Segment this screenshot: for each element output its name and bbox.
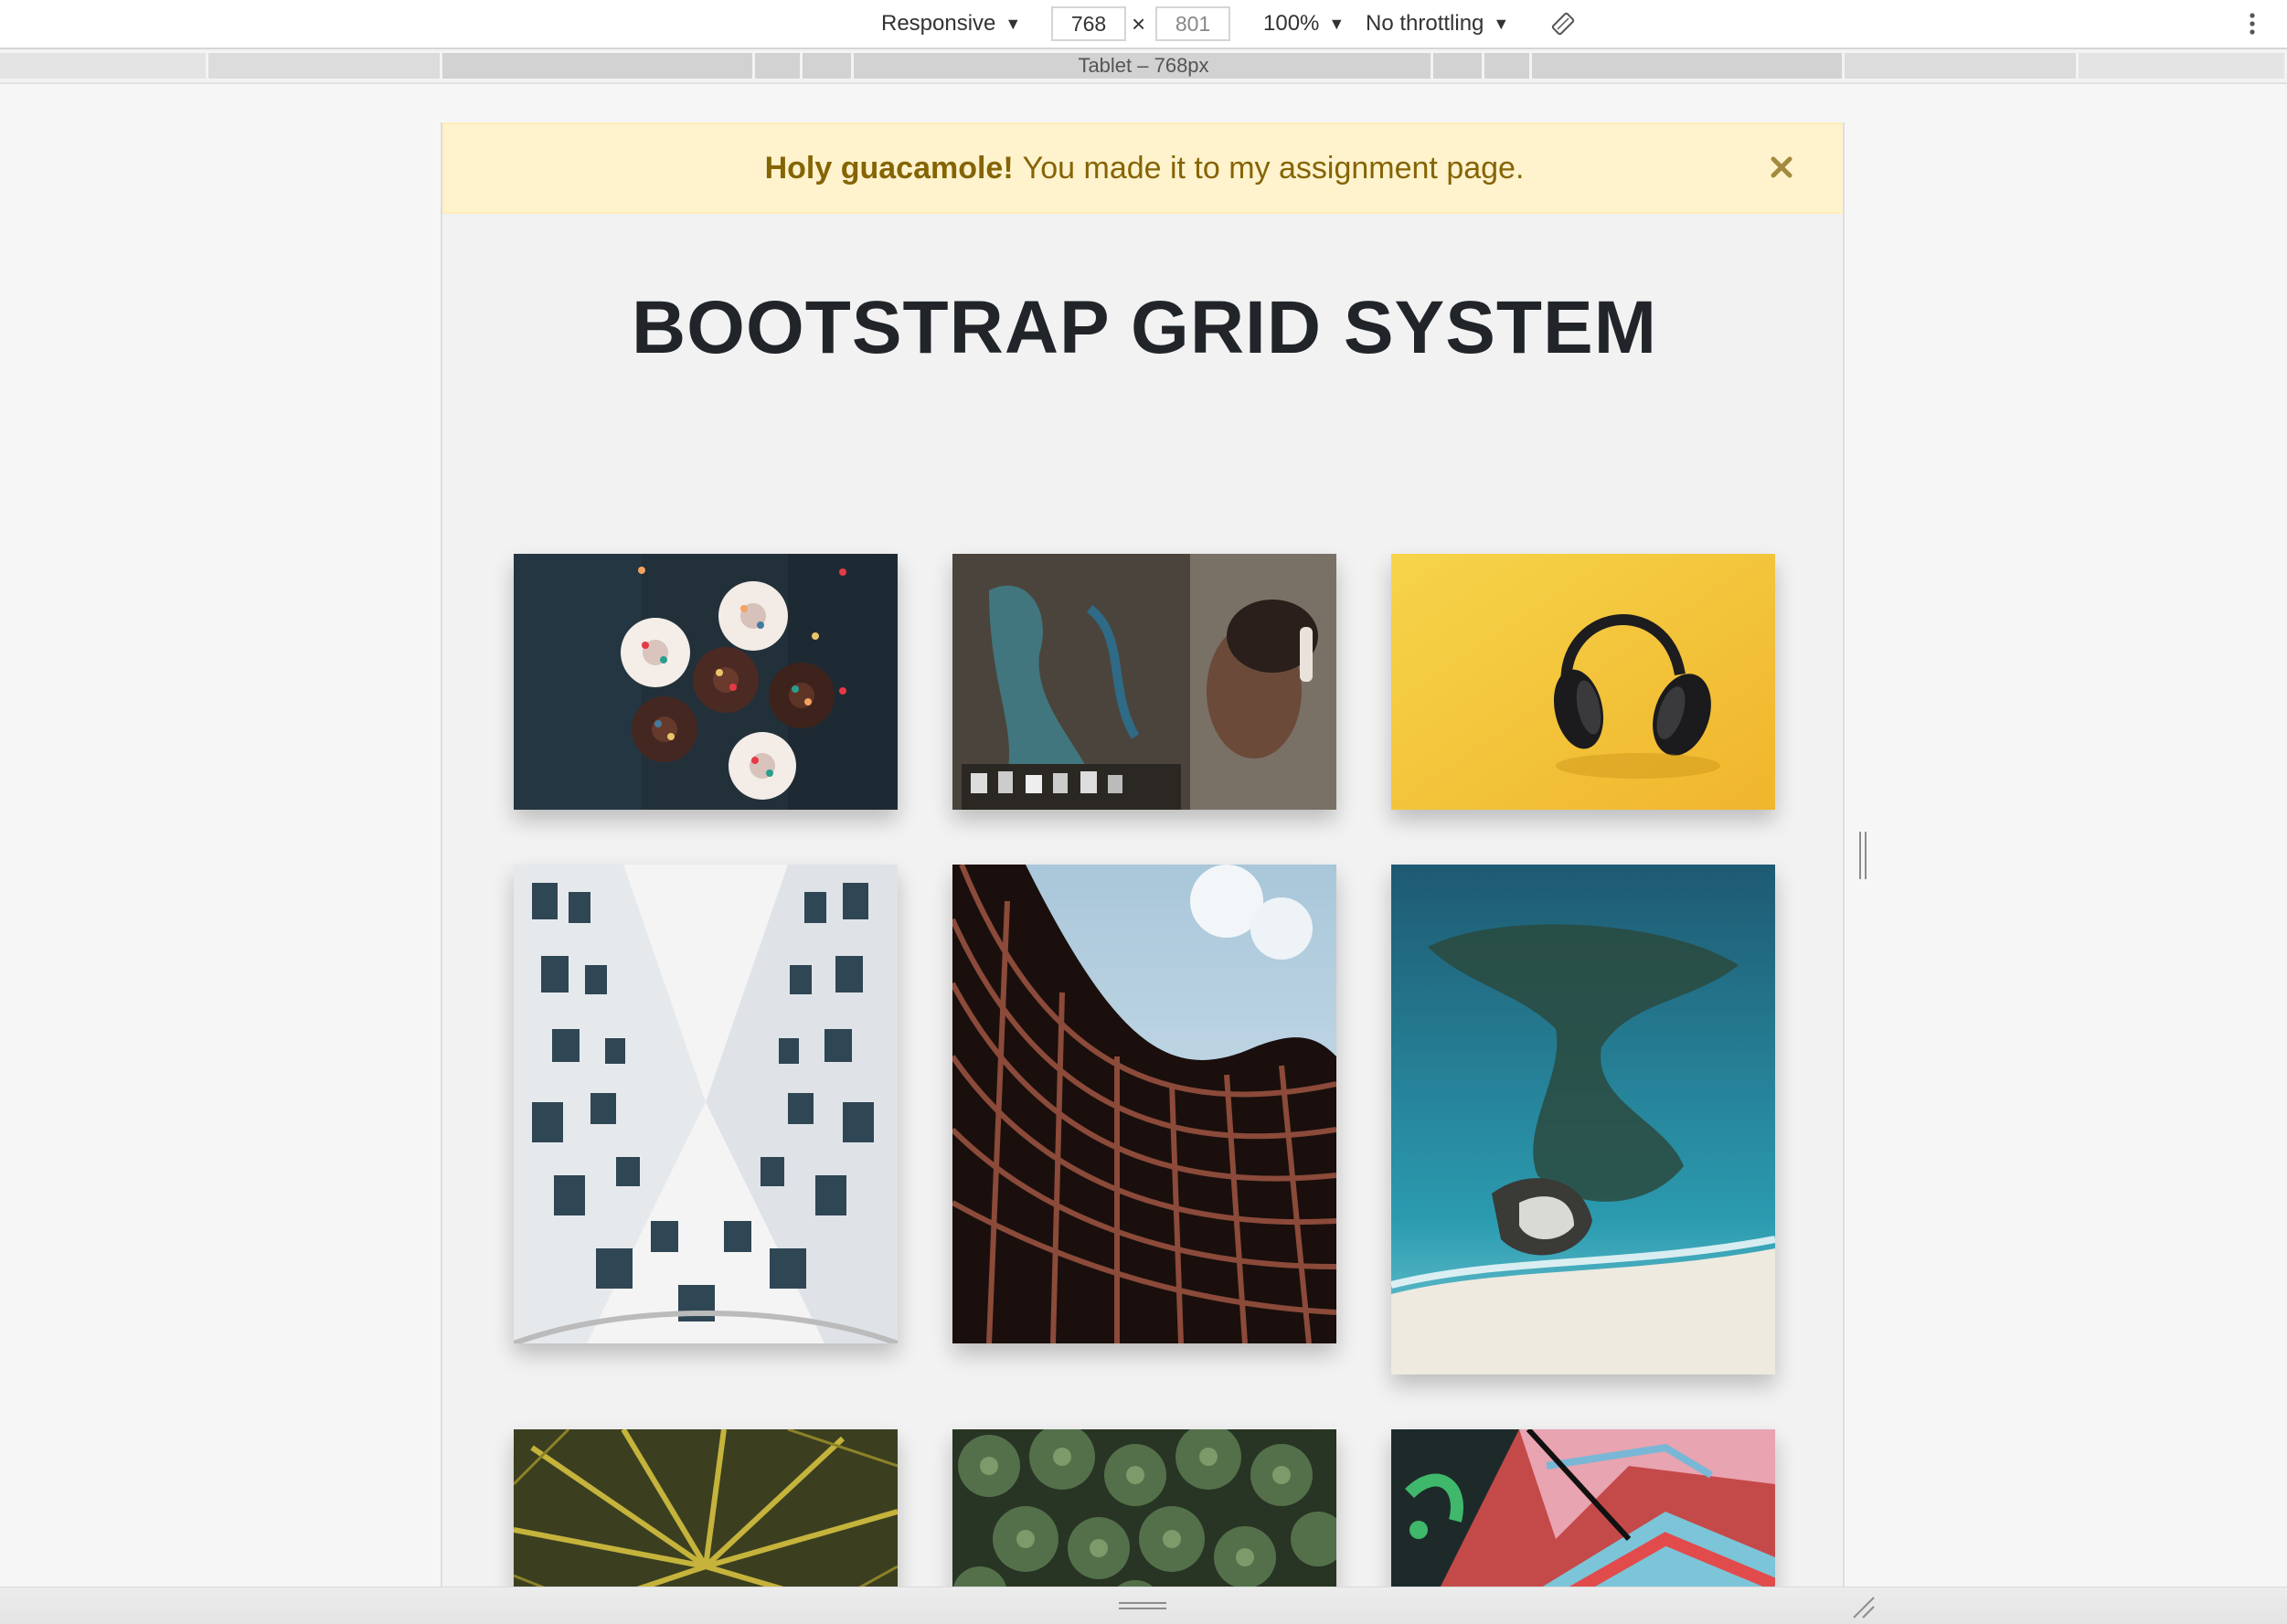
aerial-coast-photo: [1391, 865, 1775, 1375]
more-vertical-icon[interactable]: [2241, 11, 2263, 37]
chevron-down-icon: ▼: [1005, 14, 1022, 33]
graffiti-girl-headphones-photo: [952, 554, 1336, 810]
curved-building-photo: [952, 865, 1336, 1343]
white-building-lookup-photo: [514, 865, 898, 1343]
zoom-dropdown[interactable]: 100% ▼: [1263, 0, 1345, 48]
device-mode-label: Responsive: [881, 11, 996, 36]
throttling-label: No throttling: [1366, 11, 1484, 36]
palm-forest-photo: [952, 1429, 1336, 1587]
viewport-width-input[interactable]: [1051, 6, 1126, 41]
resize-handle-icon[interactable]: [1850, 1594, 1876, 1619]
alert-text: You made it to my assignment page.: [1022, 150, 1525, 186]
dimension-separator: ×: [1132, 9, 1146, 37]
page-title: BOOTSTRAP GRID SYSTEM: [631, 286, 1658, 369]
chevron-down-icon: ▼: [1493, 14, 1510, 33]
alert-strong-text: Holy guacamole!: [764, 150, 1014, 186]
alert-banner: Holy guacamole! You made it to my assign…: [442, 122, 1843, 214]
resize-handle-icon[interactable]: [1857, 830, 1868, 881]
emulated-viewport: Holy guacamole! You made it to my assign…: [441, 122, 1845, 1587]
viewport-height-input[interactable]: [1155, 6, 1230, 41]
device-mode-dropdown[interactable]: Responsive ▼: [881, 0, 1021, 48]
resize-handle-icon[interactable]: [1117, 1599, 1168, 1612]
cupcakes-photo: [514, 554, 898, 810]
graffiti-wall-photo: [1391, 1429, 1775, 1587]
devtools-toolbar: Responsive ▼ × 100% ▼ No throttling ▼: [0, 0, 2287, 49]
palm-tree-top-photo: [514, 1429, 898, 1587]
rotate-icon[interactable]: [1550, 11, 1576, 37]
zoom-label: 100%: [1263, 11, 1320, 36]
close-icon[interactable]: [1759, 144, 1804, 190]
media-query-label: Tablet – 768px: [1078, 54, 1209, 77]
headphones-yellow-photo: [1391, 554, 1775, 810]
chevron-down-icon: ▼: [1328, 14, 1346, 33]
throttling-dropdown[interactable]: No throttling ▼: [1366, 0, 1509, 48]
